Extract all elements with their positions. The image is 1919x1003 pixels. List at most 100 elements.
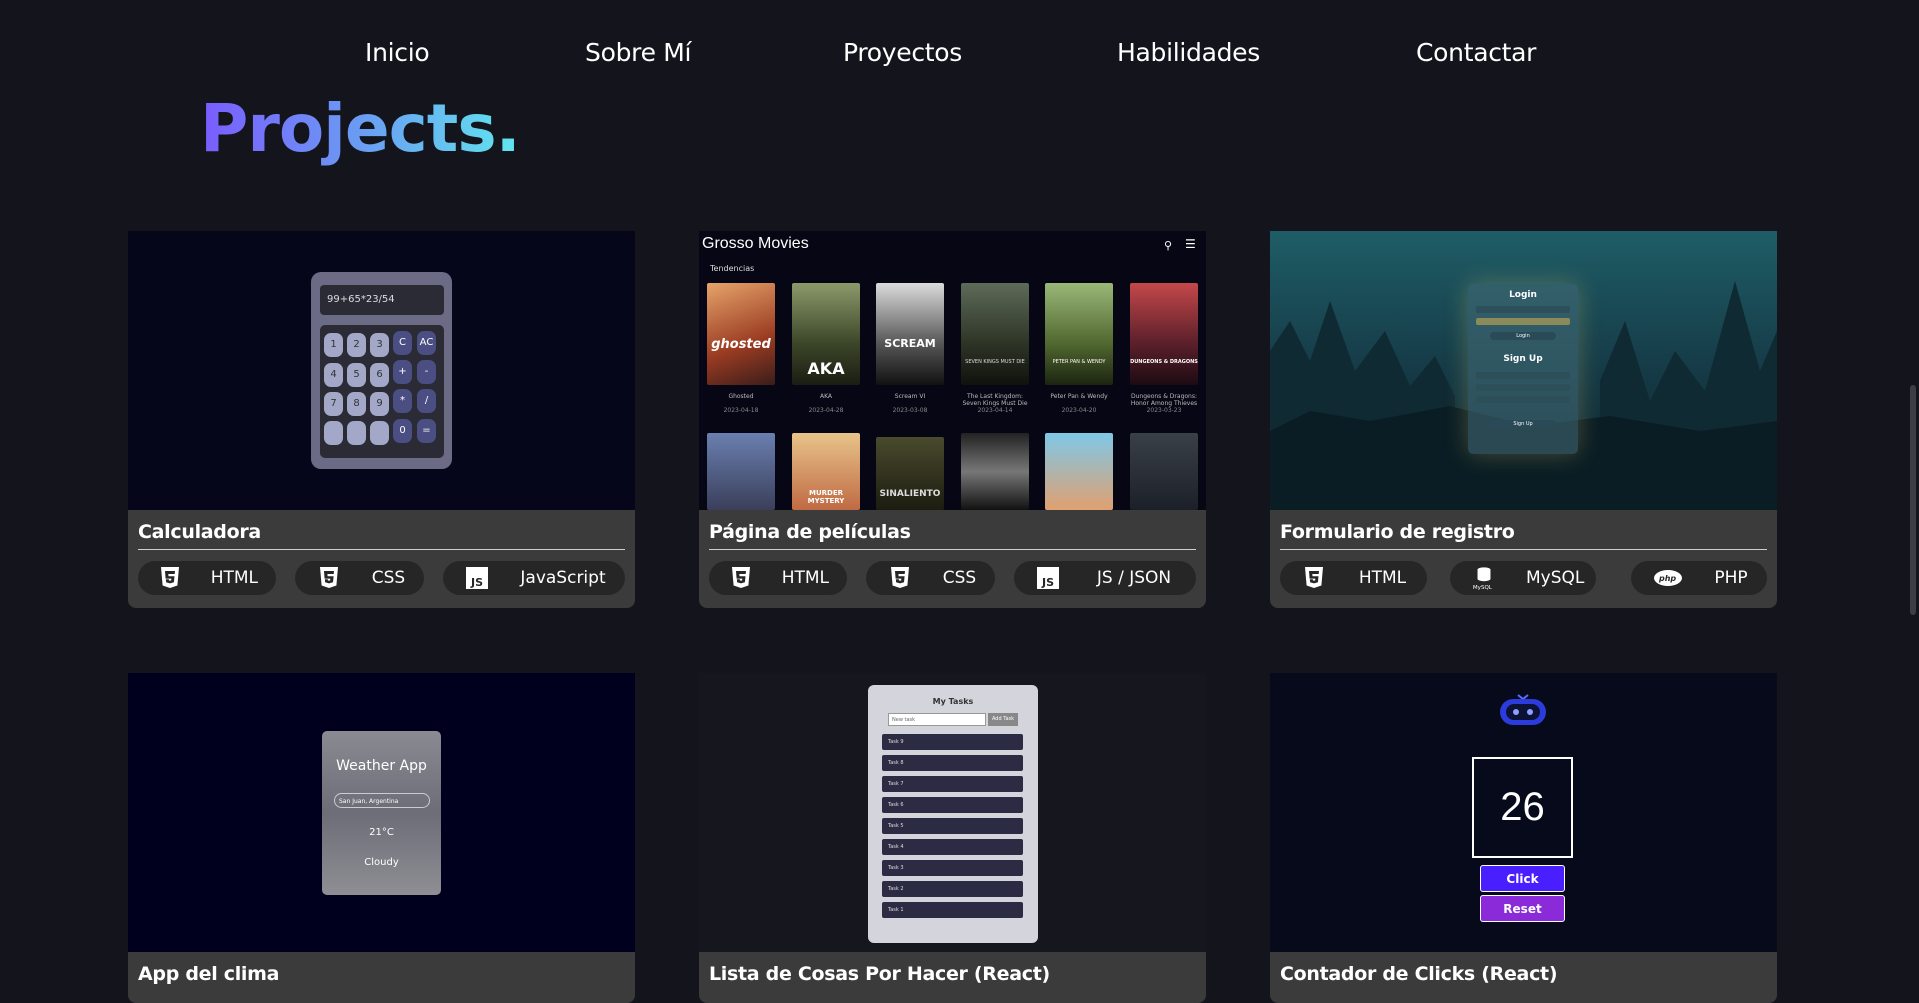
robot-logo-icon: [1500, 694, 1546, 725]
movie-title: AKA: [819, 393, 833, 400]
javascript-icon: JS: [1036, 566, 1060, 590]
movie-poster-title: MURDER MYSTERY: [807, 489, 845, 505]
todo-task: Task 7: [882, 776, 1023, 792]
project-preview-image: Grosso Movies ⚲ ☰ Tendencias ghosted AKA…: [699, 231, 1206, 510]
project-preview-image: My Tasks New task Add Task Task 9 Task 8…: [699, 673, 1206, 952]
project-preview-image: 26 Click Reset: [1270, 673, 1777, 952]
movie-title: Scream VI: [894, 393, 926, 400]
project-preview-image: 99+65*23/54 1 2 3 C AC 4 5 6 + - 7 8 9 *…: [128, 231, 635, 510]
click-count-display: 26: [1472, 757, 1573, 858]
calc-key: [324, 421, 343, 445]
movie-poster: [1045, 283, 1113, 385]
page-scrollbar[interactable]: [1910, 385, 1916, 615]
movie-date: 2023-03-23: [1146, 407, 1182, 414]
movie-date: 2023-04-14: [977, 407, 1013, 414]
project-title: Contador de Clicks (React): [1280, 963, 1558, 985]
weather-location-input: San Juan, Argentina: [334, 793, 430, 808]
calc-key: +: [393, 360, 412, 384]
tech-badge-html: HTML: [1280, 561, 1427, 595]
movies-section-label: Tendencias: [710, 264, 755, 273]
calc-key: 6: [370, 363, 389, 387]
movie-poster: [961, 433, 1029, 510]
project-card-formulario[interactable]: Login Login Sign Up Sign Up Formulario d…: [1270, 231, 1777, 608]
nav-link-contactar[interactable]: Contactar: [1416, 38, 1536, 67]
calc-key: [370, 421, 389, 445]
calc-key: 4: [324, 363, 343, 387]
todo-task: Task 2: [882, 881, 1023, 897]
add-task-button: Add Task: [988, 713, 1018, 726]
movie-title: Peter Pan & Wendy: [1050, 393, 1108, 400]
nav-link-habilidades[interactable]: Habilidades: [1117, 38, 1260, 67]
tech-badge-css: CSS: [295, 561, 424, 595]
calculator-keypad: 1 2 3 C AC 4 5 6 + - 7 8 9 * / 0 =: [320, 325, 444, 458]
tech-badge-html: HTML: [138, 561, 276, 595]
calc-key: [347, 421, 366, 445]
html5-icon: [731, 566, 752, 590]
html5-icon: [1302, 566, 1326, 590]
html5-icon: [160, 566, 181, 590]
calc-key: AC: [417, 331, 436, 355]
search-icon: ⚲: [1164, 239, 1173, 252]
movie-poster-title: DUNGEONS & DRAGONS: [1130, 359, 1198, 365]
calc-key: 2: [347, 333, 366, 357]
movie-poster: [707, 433, 775, 510]
movie-poster-title: SEVEN KINGS MUST DIE: [965, 359, 1025, 365]
tech-badge-html: HTML: [709, 561, 847, 595]
nav-link-proyectos[interactable]: Proyectos: [843, 38, 962, 67]
signup-field: [1476, 372, 1570, 379]
todo-app-preview: My Tasks New task Add Task Task 9 Task 8…: [868, 685, 1038, 943]
divider: [1280, 549, 1767, 550]
signup-heading: Sign Up: [1503, 354, 1543, 364]
movie-poster-title: ghosted: [711, 337, 771, 352]
tech-badge-mysql: MySQL MySQL: [1450, 561, 1596, 595]
todo-task: Task 4: [882, 839, 1023, 855]
project-title: Formulario de registro: [1280, 521, 1515, 543]
movie-date: 2023-04-28: [808, 407, 844, 414]
calc-key: -: [417, 360, 436, 384]
project-title: Lista de Cosas Por Hacer (React): [709, 963, 1050, 985]
mysql-icon: MySQL: [1472, 566, 1496, 591]
movie-title: The Last Kingdom: Seven Kings Must Die: [962, 393, 1028, 407]
todo-task: Task 3: [882, 860, 1023, 876]
weather-app-title: Weather App: [336, 758, 427, 774]
calc-key: 9: [370, 392, 389, 416]
movie-poster-title: SINALIENTO: [879, 489, 941, 499]
project-preview-image: Login Login Sign Up Sign Up: [1270, 231, 1777, 510]
calc-key: 5: [347, 363, 366, 387]
movie-poster: [876, 437, 944, 510]
nav-link-inicio[interactable]: Inicio: [365, 38, 430, 67]
tech-badge-label: JavaScript: [520, 568, 606, 588]
auth-form-preview: Login Login Sign Up Sign Up: [1468, 284, 1578, 454]
project-card-todo[interactable]: My Tasks New task Add Task Task 9 Task 8…: [699, 673, 1206, 1003]
movie-date: 2023-03-08: [892, 407, 928, 414]
movie-title: Dungeons & Dragons: Honor Among Thieves: [1130, 393, 1198, 407]
tech-badge-label: JS / JSON: [1096, 568, 1172, 588]
php-icon: php: [1653, 566, 1683, 590]
calculator-display: 99+65*23/54: [320, 285, 444, 315]
project-card-peliculas[interactable]: Grosso Movies ⚲ ☰ Tendencias ghosted AKA…: [699, 231, 1206, 608]
weather-condition: Cloudy: [364, 857, 399, 868]
movie-title: Ghosted: [728, 393, 754, 400]
calc-key: 8: [347, 392, 366, 416]
project-preview-image: Weather App San Juan, Argentina 21°C Clo…: [128, 673, 635, 952]
todo-task: Task 1: [882, 902, 1023, 918]
calc-key: /: [417, 389, 436, 413]
calc-key: C: [393, 331, 412, 355]
nav-link-sobre-mi[interactable]: Sobre Mí: [585, 38, 692, 67]
movie-poster: [1130, 283, 1198, 385]
movie-poster-title: AKA: [807, 359, 845, 378]
tech-badge-css: CSS: [866, 561, 995, 595]
tech-badge-label: HTML: [1358, 568, 1407, 588]
project-card-clima[interactable]: Weather App San Juan, Argentina 21°C Clo…: [128, 673, 635, 1003]
tech-badges: HTML CSS JS JS / JSON: [709, 561, 1196, 595]
project-card-contador[interactable]: 26 Click Reset Contador de Clicks (React…: [1270, 673, 1777, 1003]
tech-badge-javascript: JS JavaScript: [443, 561, 625, 595]
calc-key: =: [417, 419, 436, 443]
tech-badge-label: CSS: [942, 568, 977, 588]
username-field: [1476, 306, 1570, 313]
project-title: Calculadora: [138, 521, 261, 543]
calc-key: 1: [324, 333, 343, 357]
movie-poster: [876, 283, 944, 385]
project-card-calculadora[interactable]: 99+65*23/54 1 2 3 C AC 4 5 6 + - 7 8 9 *…: [128, 231, 635, 608]
tech-badge-label: HTML: [210, 568, 258, 588]
